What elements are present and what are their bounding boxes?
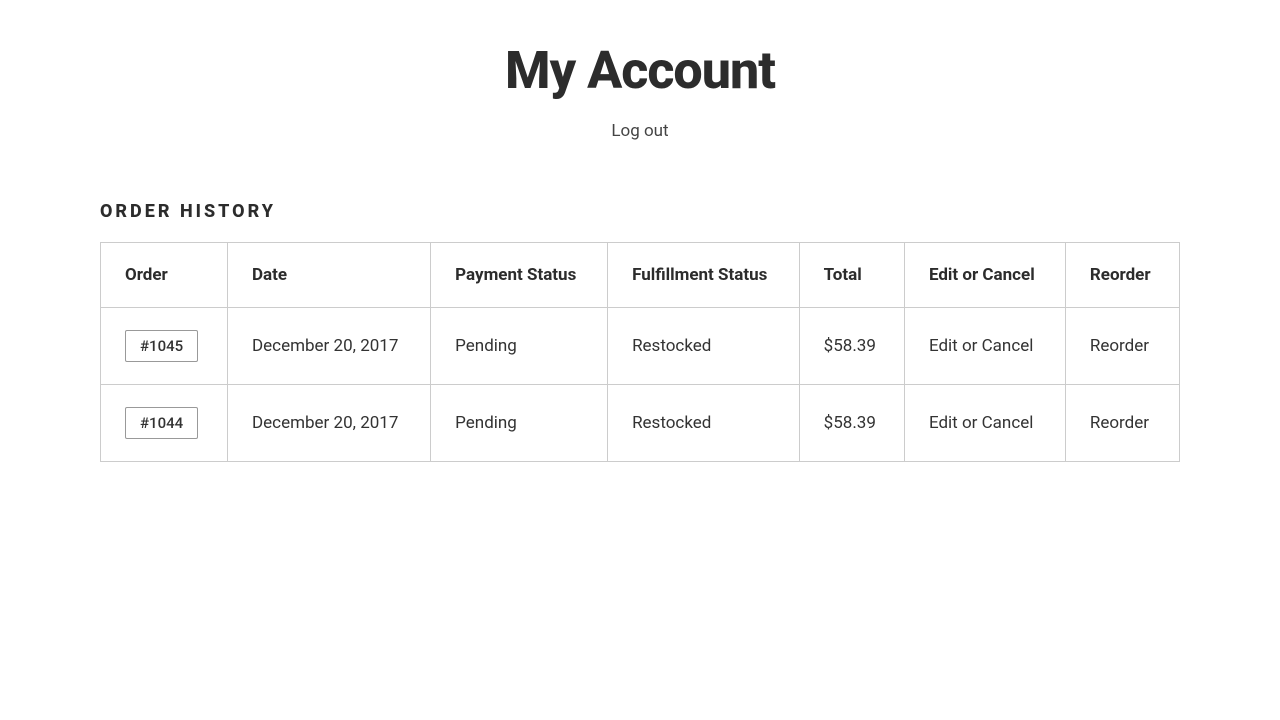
cell-date: December 20, 2017 xyxy=(228,308,431,385)
cell-edit-or-cancel: Edit or Cancel xyxy=(904,308,1065,385)
table-header: Order Date Payment Status Fulfillment St… xyxy=(101,243,1180,308)
cell-reorder: Reorder xyxy=(1065,385,1179,462)
cell-order: #1044 xyxy=(101,385,228,462)
cell-edit-or-cancel: Edit or Cancel xyxy=(904,385,1065,462)
col-header-payment-status: Payment Status xyxy=(431,243,608,308)
order-table: Order Date Payment Status Fulfillment St… xyxy=(100,242,1180,462)
cell-date: December 20, 2017 xyxy=(228,385,431,462)
page-title: My Account xyxy=(100,40,1180,101)
order-history-section: ORDER HISTORY Order Date Payment Status … xyxy=(100,201,1180,462)
order-number-badge[interactable]: #1044 xyxy=(125,407,198,439)
cell-fulfillment-status: Restocked xyxy=(608,308,800,385)
order-number-badge[interactable]: #1045 xyxy=(125,330,198,362)
page-header: My Account Log out xyxy=(100,40,1180,141)
page-container: My Account Log out ORDER HISTORY Order D… xyxy=(40,0,1240,502)
col-header-total: Total xyxy=(799,243,904,308)
table-row: #1044 December 20, 2017PendingRestocked$5… xyxy=(101,385,1180,462)
cell-fulfillment-status: Restocked xyxy=(608,385,800,462)
table-row: #1045 December 20, 2017PendingRestocked$5… xyxy=(101,308,1180,385)
cell-reorder: Reorder xyxy=(1065,308,1179,385)
col-header-order: Order xyxy=(101,243,228,308)
logout-link[interactable]: Log out xyxy=(611,121,668,141)
cell-payment-status: Pending xyxy=(431,385,608,462)
col-header-date: Date xyxy=(228,243,431,308)
edit-or-cancel-link[interactable]: Edit or Cancel xyxy=(929,413,1033,433)
section-title: ORDER HISTORY xyxy=(100,201,1180,222)
header-row: Order Date Payment Status Fulfillment St… xyxy=(101,243,1180,308)
table-body: #1045 December 20, 2017PendingRestocked$5… xyxy=(101,308,1180,462)
cell-order: #1045 xyxy=(101,308,228,385)
cell-total: $58.39 xyxy=(799,308,904,385)
col-header-fulfillment-status: Fulfillment Status xyxy=(608,243,800,308)
edit-or-cancel-link[interactable]: Edit or Cancel xyxy=(929,336,1033,356)
col-header-reorder: Reorder xyxy=(1065,243,1179,308)
reorder-link[interactable]: Reorder xyxy=(1090,413,1149,433)
col-header-edit-or-cancel: Edit or Cancel xyxy=(904,243,1065,308)
reorder-link[interactable]: Reorder xyxy=(1090,336,1149,356)
cell-payment-status: Pending xyxy=(431,308,608,385)
cell-total: $58.39 xyxy=(799,385,904,462)
